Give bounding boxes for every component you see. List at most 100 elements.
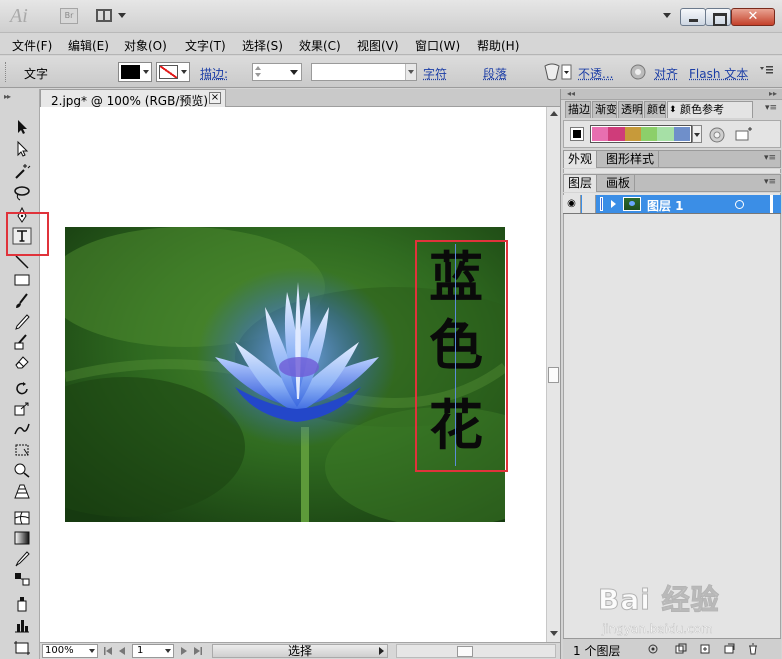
maximize-button[interactable] [705, 8, 731, 26]
harmony-color-5[interactable] [657, 127, 673, 141]
horizontal-scrollbar[interactable] [396, 644, 556, 658]
harmony-color-1[interactable] [592, 127, 608, 141]
scroll-thumb[interactable] [548, 367, 559, 383]
close-window-button[interactable]: ✕ [731, 8, 775, 26]
harmony-color-3[interactable] [625, 127, 641, 141]
tab-gradient[interactable]: 渐变 [592, 101, 617, 118]
artboard-canvas[interactable]: 蓝 色 花 [40, 107, 546, 642]
harmony-rules-dropdown[interactable] [692, 125, 702, 143]
symbol-sprayer-tool[interactable] [12, 595, 32, 613]
pen-tool[interactable] [12, 206, 32, 224]
recolor-icon[interactable] [628, 62, 648, 85]
next-artboard-icon[interactable] [180, 647, 188, 655]
type-tool[interactable] [12, 227, 32, 245]
previous-artboard-icon[interactable] [118, 647, 126, 655]
harmony-color-2[interactable] [608, 127, 624, 141]
arrange-documents-button[interactable] [96, 8, 128, 24]
expand-triangle-icon[interactable] [611, 200, 616, 208]
new-layer-icon[interactable] [723, 643, 735, 655]
harmony-colors-strip[interactable] [590, 125, 692, 143]
selection-indicator[interactable] [770, 195, 773, 213]
graphic-style-icon[interactable] [543, 62, 573, 85]
paintbrush-tool[interactable] [12, 292, 32, 310]
save-swatch-group-icon[interactable] [734, 126, 754, 145]
harmony-color-6[interactable] [674, 127, 690, 141]
gradient-tool[interactable] [12, 529, 32, 547]
collapse-arrows-icon[interactable]: ◂◂ [567, 89, 575, 98]
document-tab[interactable]: 2.jpg* @ 100% (RGB/预览) × [40, 89, 226, 107]
status-display-button[interactable]: 选择 [212, 644, 388, 658]
rectangle-tool[interactable] [12, 271, 32, 289]
opacity-link[interactable]: 不透... [578, 65, 613, 82]
magic-wand-tool[interactable] [12, 162, 32, 180]
vertical-scrollbar[interactable] [546, 107, 560, 642]
paragraph-panel-link[interactable]: 段落 [483, 65, 507, 82]
scale-tool[interactable] [12, 400, 32, 418]
zoom-select[interactable]: 100% [42, 644, 98, 658]
align-link[interactable]: 对齐 [654, 65, 678, 82]
stroke-color-swatch[interactable] [156, 62, 190, 82]
stroke-weight-input[interactable] [252, 63, 302, 81]
delete-layer-icon[interactable] [747, 643, 759, 655]
stroke-weight-link[interactable]: 描边: [200, 65, 228, 82]
expand-arrows-icon[interactable]: ▸▸ [769, 89, 777, 98]
tab-color-guide[interactable]: ⬍ 颜色参考 [667, 101, 753, 118]
menu-edit[interactable]: 编辑(E) [68, 37, 109, 54]
tab-stroke[interactable]: 描边 [565, 101, 591, 118]
harmony-color-4[interactable] [641, 127, 657, 141]
menu-file[interactable]: 文件(F) [12, 37, 52, 54]
vertical-text-object[interactable]: 蓝 色 花 [423, 244, 489, 469]
tab-transparency[interactable]: 透明 [618, 101, 643, 118]
blob-brush-tool[interactable] [12, 333, 32, 351]
layer-row[interactable]: ◉ 图层 1 [563, 195, 781, 214]
locate-object-icon[interactable] [647, 643, 659, 655]
panel-menu-icon[interactable]: ▾≡ [764, 177, 776, 187]
panel-menu-icon[interactable]: ▾≡ [764, 153, 776, 163]
panel-menu-icon[interactable]: ▾≡ [765, 103, 777, 113]
tab-appearance[interactable]: 外观 [564, 151, 597, 168]
tab-graphic-styles[interactable]: 图形样式 [602, 151, 659, 168]
artboard-tool[interactable] [12, 639, 32, 657]
minimize-button[interactable] [680, 8, 706, 26]
tab-layers[interactable]: 图层 [564, 175, 597, 192]
column-graph-tool[interactable] [12, 616, 32, 634]
visibility-eye-icon[interactable]: ◉ [563, 195, 581, 213]
warp-tool[interactable] [12, 420, 32, 438]
scroll-up-icon[interactable] [550, 111, 558, 116]
layer-name[interactable]: 图层 1 [647, 197, 684, 214]
tab-color[interactable]: 颜色 [644, 101, 666, 118]
new-sublayer-icon[interactable] [699, 643, 711, 655]
bridge-button[interactable]: Br [60, 8, 78, 24]
free-transform-tool[interactable] [12, 441, 32, 459]
menu-select[interactable]: 选择(S) [242, 37, 283, 54]
menu-object[interactable]: 对象(O) [124, 37, 167, 54]
menu-type[interactable]: 文字(T) [185, 37, 226, 54]
artboard-number-select[interactable]: 1 [132, 644, 174, 658]
mesh-tool[interactable] [12, 509, 32, 527]
pencil-tool[interactable] [12, 313, 32, 331]
menu-window[interactable]: 窗口(W) [415, 37, 460, 54]
grip-handle[interactable] [5, 62, 8, 82]
last-artboard-icon[interactable] [194, 647, 202, 655]
eyedropper-tool[interactable] [12, 550, 32, 568]
blend-tool[interactable] [12, 570, 32, 588]
menu-help[interactable]: 帮助(H) [477, 37, 519, 54]
menu-view[interactable]: 视图(V) [357, 37, 399, 54]
collapse-arrows-icon[interactable]: ▸▸ [4, 92, 10, 101]
scroll-down-icon[interactable] [550, 631, 558, 636]
edit-colors-icon[interactable] [708, 126, 726, 147]
base-color-swatch[interactable] [570, 127, 584, 141]
fill-color-swatch[interactable] [118, 62, 152, 82]
first-artboard-icon[interactable] [104, 647, 112, 655]
control-bar-menu-icon[interactable] [758, 64, 774, 81]
workspace-menu-chevron-icon[interactable] [663, 13, 671, 18]
line-tool[interactable] [12, 253, 32, 271]
tab-artboards[interactable]: 画板 [602, 175, 635, 192]
eraser-tool[interactable] [12, 353, 32, 371]
menu-effect[interactable]: 效果(C) [299, 37, 341, 54]
lasso-tool[interactable] [12, 184, 32, 202]
rotate-tool[interactable] [12, 380, 32, 398]
make-clipping-mask-icon[interactable] [675, 643, 687, 655]
chevron-down-icon[interactable] [405, 64, 416, 80]
direct-selection-tool[interactable] [12, 140, 32, 158]
